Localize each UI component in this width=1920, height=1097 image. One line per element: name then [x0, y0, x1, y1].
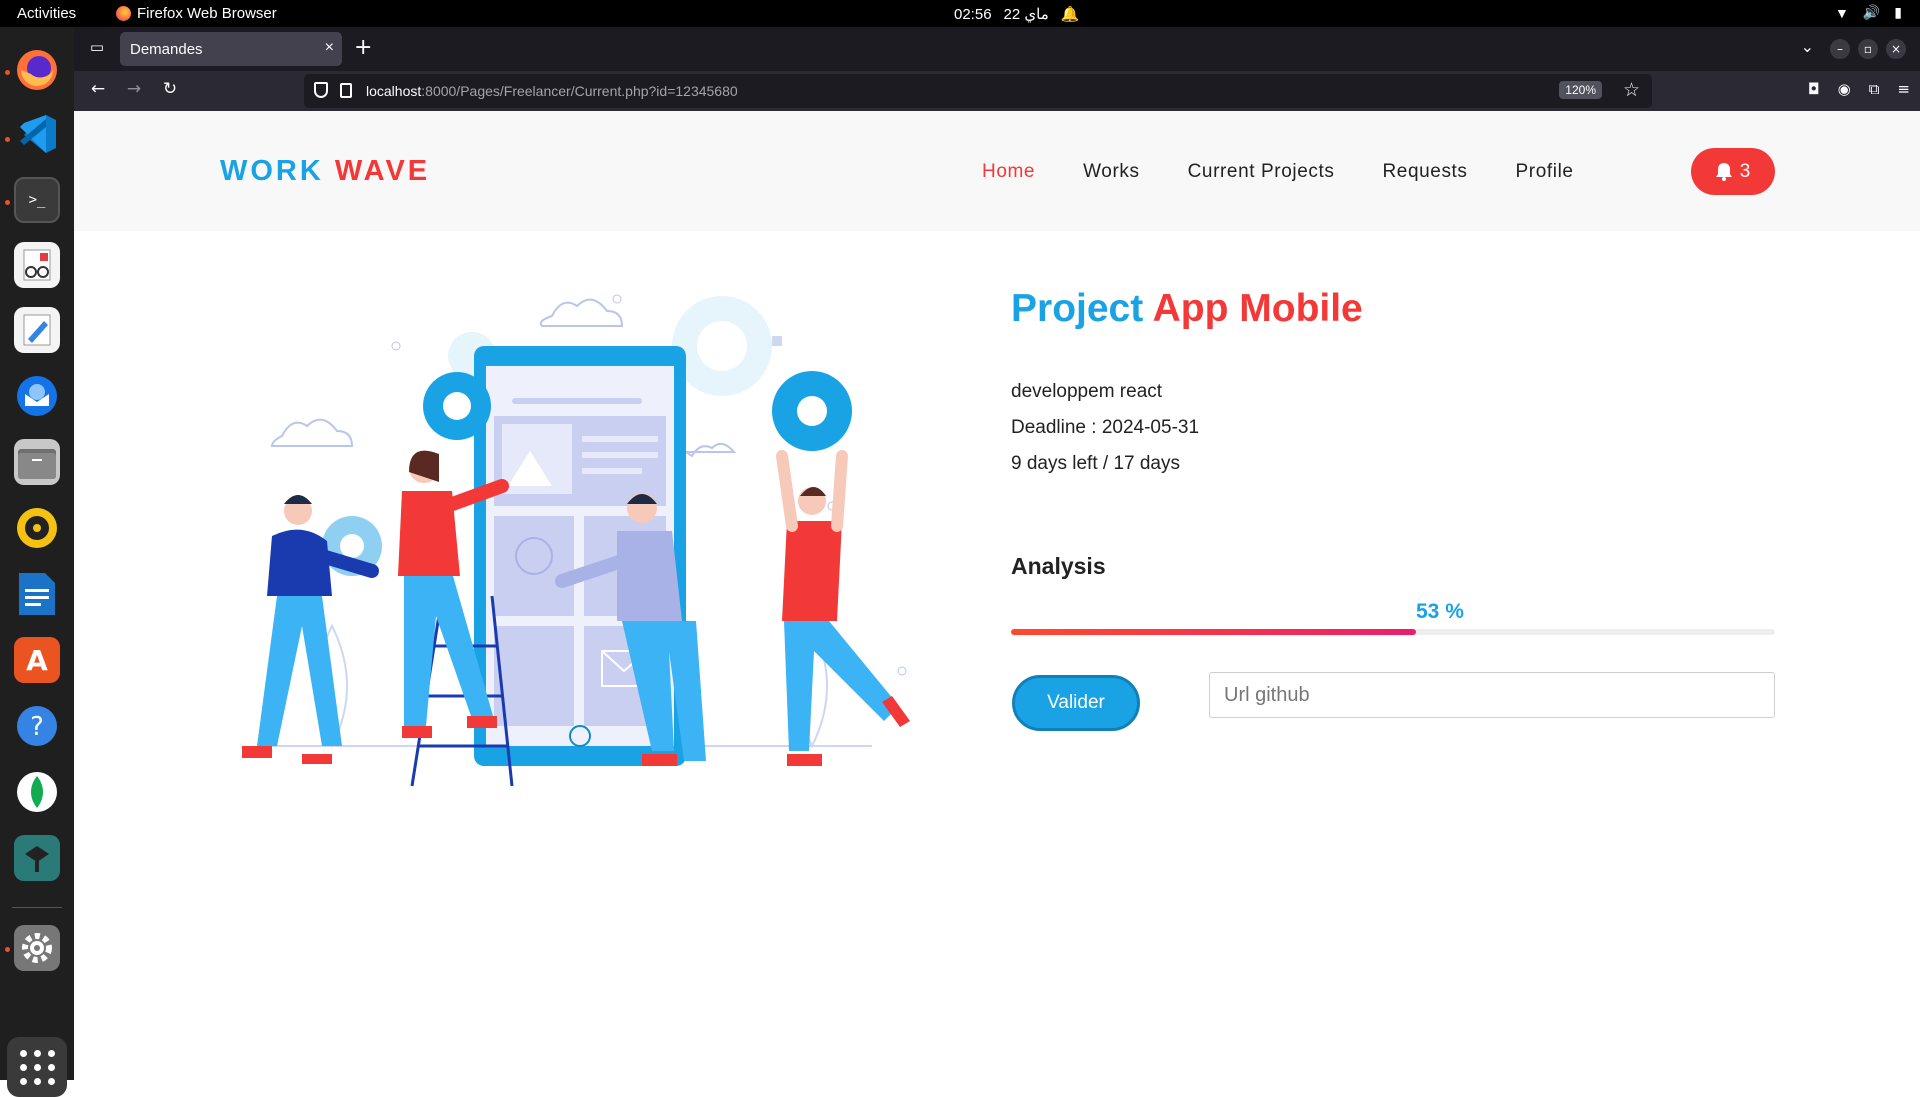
github-url-input[interactable] [1209, 672, 1775, 718]
notification-count: 3 [1739, 160, 1751, 182]
firefox-view-icon[interactable]: ▭ [86, 38, 108, 60]
minimize-icon[interactable]: – [1830, 39, 1850, 59]
project-description: developpem react [1011, 381, 1163, 402]
project-days-left: 9 days left / 17 days [1011, 453, 1180, 474]
nav-works[interactable]: Works [1083, 161, 1139, 183]
clock-date: ماي 22 [1003, 6, 1049, 23]
active-app-menu[interactable]: Firefox Web Browser [116, 5, 277, 22]
forward-icon[interactable]: → [122, 79, 146, 103]
clock[interactable]: 02:56 ماي 22 🔔 [954, 5, 1080, 24]
dock-separator [12, 907, 62, 908]
close-icon[interactable]: × [325, 39, 334, 57]
tab-demandes[interactable]: Demandes × [120, 32, 342, 66]
mongodb-compass-icon[interactable] [14, 769, 60, 815]
document-viewer-icon[interactable] [14, 242, 60, 288]
tab-title: Demandes [130, 41, 203, 58]
firefox-icon[interactable] [14, 47, 60, 93]
system-tray[interactable]: ▼ 🔊 ▮ [1835, 4, 1902, 21]
help-icon[interactable]: ? [14, 703, 60, 749]
progress-label: 53 % [1416, 600, 1464, 623]
extensions-icon[interactable]: ⧉ [1869, 80, 1880, 98]
tracking-protection-icon[interactable] [314, 82, 328, 98]
site-logo[interactable]: WORK WAVE [220, 155, 430, 188]
back-icon[interactable]: ← [86, 79, 110, 103]
files-icon[interactable] [14, 439, 60, 485]
clock-time: 02:56 [954, 5, 992, 23]
valider-button[interactable]: Valider [1012, 675, 1140, 731]
project-deadline: Deadline : 2024-05-31 [1011, 417, 1200, 438]
close-window-icon[interactable]: × [1886, 39, 1906, 59]
volume-icon: 🔊 [1862, 4, 1881, 20]
settings-icon[interactable] [14, 925, 60, 971]
nav-current-projects[interactable]: Current Projects [1188, 161, 1335, 183]
rhythmbox-icon[interactable] [14, 505, 60, 551]
system-top-bar: Activities Firefox Web Browser 02:56 ماي… [0, 0, 1920, 27]
bookmark-star-icon[interactable]: ☆ [1623, 79, 1640, 102]
browser-tab-bar: ▭ Demandes × + ⌄ – ▫ × [74, 27, 1920, 71]
analysis-heading: Analysis [1011, 553, 1106, 579]
menu-icon[interactable]: ≡ [1897, 80, 1910, 98]
progress-bar [1011, 629, 1775, 635]
text-editor-icon[interactable] [14, 307, 60, 353]
notifications-button[interactable]: 3 [1691, 148, 1775, 195]
nav-home[interactable]: Home [982, 161, 1035, 183]
page-info-icon[interactable] [340, 83, 352, 98]
maximize-icon[interactable]: ▫ [1858, 39, 1878, 59]
vscode-icon[interactable] [14, 111, 60, 157]
mysql-workbench-icon[interactable] [14, 835, 60, 881]
url-bar[interactable]: localhost:8000/Pages/Freelancer/Current.… [304, 74, 1652, 108]
battery-icon: ▮ [1894, 4, 1902, 20]
url-text[interactable]: localhost:8000/Pages/Freelancer/Current.… [366, 83, 738, 99]
bell-icon [1715, 162, 1732, 181]
chevron-down-icon[interactable]: ⌄ [1801, 37, 1814, 56]
nav-requests[interactable]: Requests [1382, 161, 1467, 183]
reload-icon[interactable]: ↻ [158, 79, 182, 103]
browser-nav-bar: ← → ↻ localhost:8000/Pages/Freelancer/Cu… [74, 71, 1920, 111]
new-tab-icon[interactable]: + [354, 35, 372, 60]
libreoffice-writer-icon[interactable] [14, 571, 60, 617]
toolbar-icons: ◘ ◉ ⧉ ≡ [1808, 80, 1910, 98]
pocket-icon[interactable]: ◘ [1808, 80, 1820, 98]
firefox-icon [116, 6, 131, 21]
site-header: WORK WAVE Home Works Current Projects Re… [74, 111, 1920, 231]
active-app-name: Firefox Web Browser [137, 5, 277, 22]
dock: >_ A ? [0, 27, 74, 1097]
show-apps-icon[interactable] [7, 1037, 67, 1097]
zoom-level[interactable]: 120% [1559, 81, 1602, 99]
svg-text:?: ? [30, 712, 44, 742]
web-page: WORK WAVE Home Works Current Projects Re… [74, 111, 1920, 1080]
wifi-icon: ▼ [1834, 4, 1849, 21]
thunderbird-icon[interactable] [14, 373, 60, 419]
alarm-icon: 🔔 [1060, 6, 1080, 23]
site-nav: Home Works Current Projects Requests Pro… [982, 161, 1622, 183]
terminal-icon[interactable]: >_ [14, 177, 60, 223]
nav-profile[interactable]: Profile [1516, 161, 1574, 183]
project-title: Project App Mobile [1011, 287, 1363, 330]
progress-fill [1011, 629, 1416, 635]
activities-button[interactable]: Activities [17, 5, 76, 22]
app-center-icon[interactable]: A [14, 637, 60, 683]
account-icon[interactable]: ◉ [1838, 80, 1851, 98]
team-illustration [242, 294, 910, 787]
